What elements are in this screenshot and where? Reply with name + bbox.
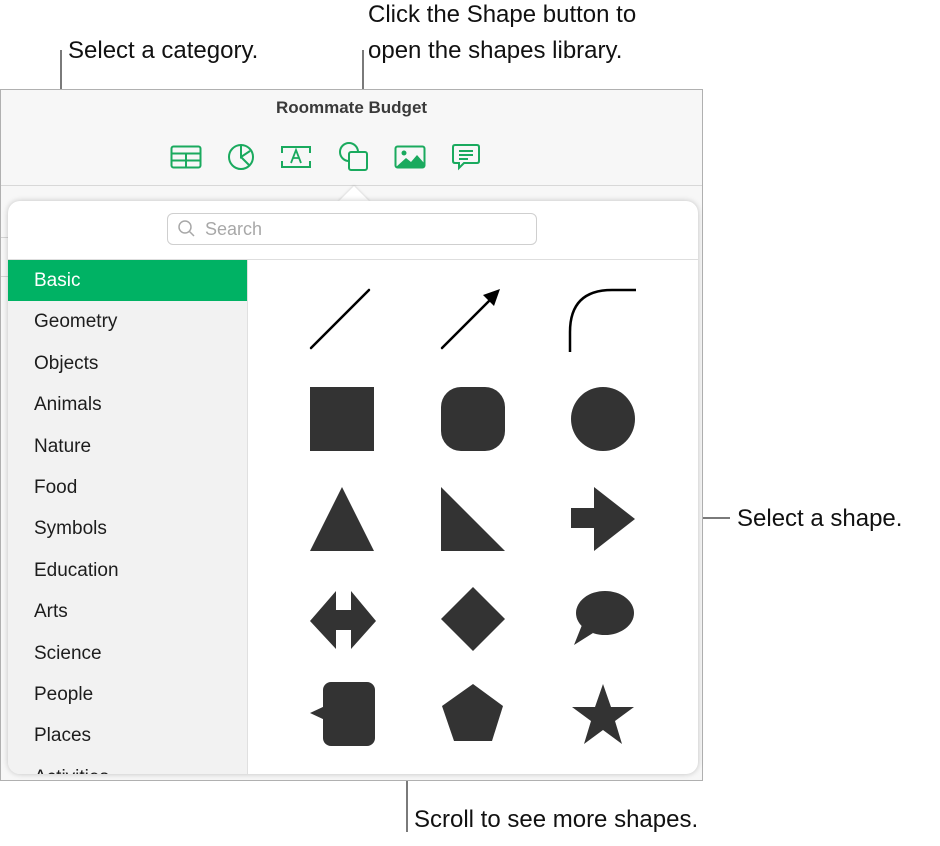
- select-shape-callout: Select a shape.: [737, 505, 903, 532]
- category-objects[interactable]: Objects: [8, 343, 247, 384]
- category-places[interactable]: Places: [8, 715, 247, 756]
- shape-line[interactable]: [305, 284, 375, 354]
- popover-pointer: [338, 186, 370, 202]
- table-icon: [170, 145, 202, 169]
- shape-button-callout-line2: open the shapes library.: [368, 37, 623, 64]
- shape-arrow[interactable]: [569, 483, 639, 553]
- shape-icon: [339, 142, 368, 171]
- shape-rounded-square[interactable]: [439, 385, 509, 455]
- document-title: Roommate Budget: [275, 98, 428, 117]
- category-people[interactable]: People: [8, 674, 247, 715]
- shape-circle[interactable]: [569, 385, 639, 455]
- search-field[interactable]: [167, 213, 537, 245]
- shapes-library-popover: Basic Geometry Objects Animals Nature Fo…: [8, 201, 698, 774]
- shapes-grid[interactable]: [248, 260, 698, 774]
- shape-right-triangle[interactable]: [439, 483, 509, 553]
- category-animals[interactable]: Animals: [8, 384, 247, 425]
- media-button[interactable]: [393, 140, 427, 174]
- shape-arrow-line[interactable]: [436, 284, 506, 354]
- media-icon: [394, 145, 426, 169]
- shape-triangle[interactable]: [308, 483, 378, 553]
- text-box-icon: [281, 146, 311, 168]
- shape-double-arrow[interactable]: [308, 583, 378, 653]
- comment-button[interactable]: [449, 140, 483, 174]
- chart-button[interactable]: [224, 140, 258, 174]
- chart-icon: [228, 144, 254, 170]
- search-input[interactable]: [203, 217, 527, 241]
- table-button[interactable]: [169, 140, 203, 174]
- comment-icon: [452, 144, 480, 171]
- select-category-callout: Select a category.: [68, 37, 259, 64]
- scroll-more-callout: Scroll to see more shapes.: [414, 806, 699, 833]
- category-education[interactable]: Education: [8, 550, 247, 591]
- category-food[interactable]: Food: [8, 467, 247, 508]
- shape-callout-square[interactable]: [308, 680, 378, 750]
- search-icon: [178, 220, 195, 237]
- category-symbols[interactable]: Symbols: [8, 508, 247, 549]
- category-nature[interactable]: Nature: [8, 426, 247, 467]
- shape-curve[interactable]: [566, 284, 636, 354]
- category-arts[interactable]: Arts: [8, 591, 247, 632]
- text-button[interactable]: [279, 140, 313, 174]
- shape-button[interactable]: [337, 140, 371, 174]
- shape-button-callout-line1: Click the Shape button to: [368, 1, 637, 28]
- shape-star[interactable]: [569, 680, 639, 750]
- category-basic[interactable]: Basic: [8, 260, 247, 302]
- category-geometry[interactable]: Geometry: [8, 301, 247, 342]
- shape-diamond[interactable]: [439, 583, 509, 653]
- category-list[interactable]: Basic Geometry Objects Animals Nature Fo…: [8, 260, 248, 774]
- shape-pentagon[interactable]: [439, 680, 509, 750]
- category-activities[interactable]: Activities: [8, 757, 247, 774]
- shape-speech-bubble[interactable]: [569, 583, 639, 653]
- category-science[interactable]: Science: [8, 633, 247, 674]
- shape-square[interactable]: [308, 385, 378, 455]
